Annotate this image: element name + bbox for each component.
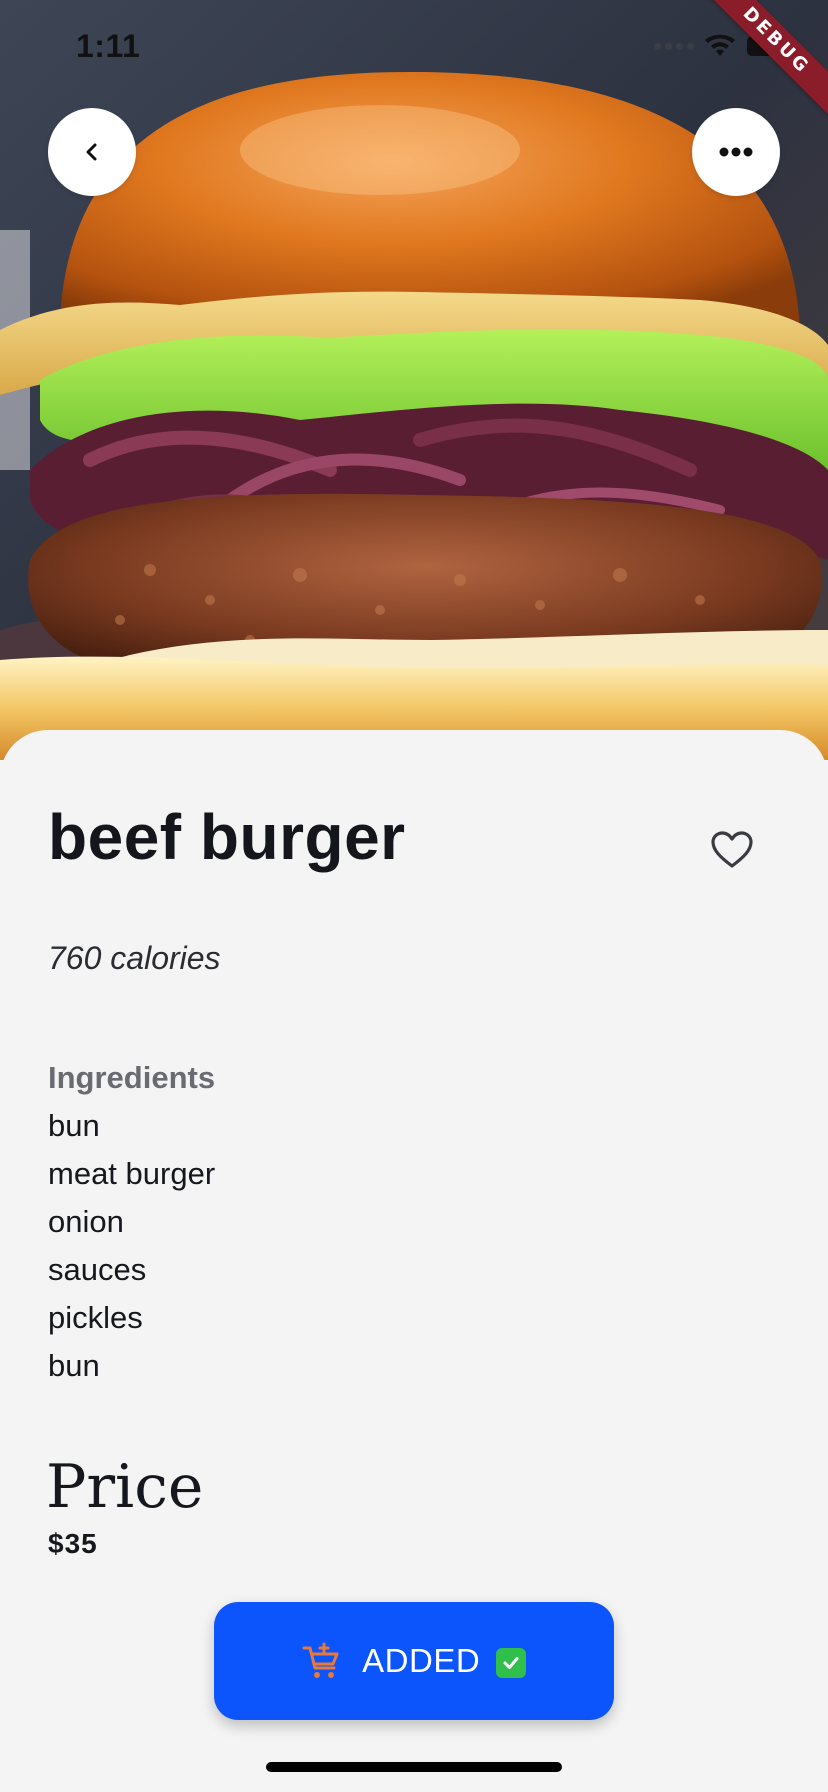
ingredients-list: bun meat burger onion sauces pickles bun bbox=[48, 1106, 215, 1394]
more-options-button[interactable] bbox=[692, 108, 780, 196]
home-indicator bbox=[266, 1762, 562, 1772]
food-detail-screen: 1:11 DEBUG beef burger 760 calories Ingr… bbox=[0, 0, 828, 1792]
cellular-signal-icon bbox=[654, 42, 694, 50]
more-horizontal-icon bbox=[719, 147, 753, 157]
ingredient-item: pickles bbox=[48, 1300, 143, 1335]
ingredient-item: onion bbox=[48, 1204, 124, 1239]
add-button-text: ADDED bbox=[362, 1642, 481, 1679]
chevron-left-icon bbox=[86, 143, 97, 161]
ingredient-item: bun bbox=[48, 1108, 100, 1143]
status-time: 1:11 bbox=[76, 28, 141, 64]
calories-text: 760 calories bbox=[48, 940, 221, 976]
cart-add-icon bbox=[302, 1642, 339, 1678]
ingredient-item: meat burger bbox=[48, 1156, 216, 1191]
heart-outline-icon bbox=[711, 831, 753, 868]
check-mark-icon bbox=[495, 1648, 526, 1679]
add-to-cart-button[interactable]: ADDED bbox=[214, 1602, 614, 1720]
ingredients-heading: Ingredients bbox=[48, 1060, 216, 1095]
add-button-label: ADDED bbox=[362, 1642, 526, 1680]
favorite-button[interactable] bbox=[706, 824, 758, 876]
back-button[interactable] bbox=[48, 108, 136, 196]
hero-image bbox=[0, 0, 828, 760]
price-value: $35 bbox=[48, 1528, 98, 1559]
ingredient-item: bun bbox=[48, 1348, 100, 1383]
wifi-icon bbox=[705, 34, 735, 56]
product-title: beef burger bbox=[48, 801, 406, 873]
price-label: Price bbox=[46, 1452, 204, 1522]
ingredient-item: sauces bbox=[48, 1252, 147, 1287]
burger-photo bbox=[0, 0, 828, 760]
